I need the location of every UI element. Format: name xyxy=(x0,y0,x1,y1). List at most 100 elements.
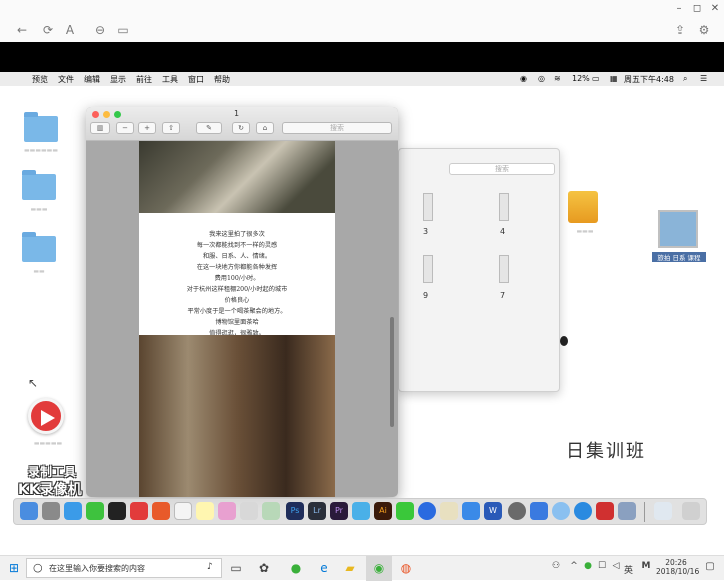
premiere-dock-icon[interactable]: Pr xyxy=(330,502,348,520)
recorder-icon[interactable]: ◍ xyxy=(398,561,414,575)
input-icon[interactable]: ▦ xyxy=(610,74,618,83)
maximize-button[interactable]: ◻ xyxy=(690,3,704,14)
preview-search-input[interactable]: 搜索 xyxy=(282,122,392,134)
app-dock-icon[interactable] xyxy=(552,502,570,520)
maps-dock-icon[interactable] xyxy=(262,502,280,520)
menu-item[interactable]: 文件 xyxy=(58,74,74,85)
edge-icon[interactable]: e xyxy=(316,561,332,575)
safari-dock-icon[interactable] xyxy=(64,502,82,520)
finder-window[interactable]: 搜索 3 4 9 7 xyxy=(398,148,560,392)
downloads-dock-icon[interactable] xyxy=(654,502,672,520)
input-method-icon[interactable]: M xyxy=(638,561,654,571)
calendar-dock-icon[interactable] xyxy=(174,502,192,520)
windows-start-icon[interactable]: ⊞ xyxy=(6,561,22,575)
folder-icon[interactable] xyxy=(22,170,56,200)
editor-dock-icon[interactable] xyxy=(440,502,458,520)
finder-search-input[interactable]: 搜索 xyxy=(449,163,555,175)
people-icon[interactable]: ⚇ xyxy=(548,561,564,571)
refresh-icon[interactable]: ⟳ xyxy=(40,22,56,38)
word-dock-icon[interactable]: W xyxy=(484,502,502,520)
browser-dock-icon[interactable] xyxy=(418,502,436,520)
player-app-icon[interactable] xyxy=(28,398,64,434)
sync-dock-icon[interactable] xyxy=(530,502,548,520)
task-view-icon[interactable]: ▭ xyxy=(228,561,244,575)
appstore-dock-icon[interactable] xyxy=(462,502,480,520)
sidebar-toggle-icon[interactable]: ▥ xyxy=(90,122,110,134)
rotate-icon[interactable]: ↻ xyxy=(232,122,250,134)
share-icon[interactable]: ⇪ xyxy=(672,22,688,38)
volume-icon[interactable]: ◁ xyxy=(608,561,624,571)
record-icon[interactable]: ◉ xyxy=(520,74,527,83)
microphone-icon[interactable]: ♪ xyxy=(207,562,213,572)
scrollbar[interactable] xyxy=(390,317,394,427)
preferences-dock-icon[interactable] xyxy=(508,502,526,520)
contacts-dock-icon[interactable] xyxy=(240,502,258,520)
launchpad-dock-icon[interactable] xyxy=(42,502,60,520)
ime-indicator[interactable]: 英 xyxy=(624,563,633,576)
menu-item[interactable]: 窗口 xyxy=(188,74,204,85)
app-icon[interactable]: ✿ xyxy=(256,561,272,575)
page-icon[interactable]: ▭ xyxy=(115,22,131,38)
settings-icon[interactable]: ⚙ xyxy=(696,22,712,38)
facetime-dock-icon[interactable] xyxy=(396,502,414,520)
powerpoint-dock-icon[interactable] xyxy=(596,502,614,520)
battery-label[interactable]: 12% xyxy=(572,74,590,83)
thumbnail[interactable] xyxy=(499,255,509,283)
close-button[interactable]: ✕ xyxy=(708,3,722,14)
share-icon[interactable]: ⇧ xyxy=(162,122,180,134)
wechat-dock-icon[interactable] xyxy=(86,502,104,520)
clock-dock-icon[interactable] xyxy=(574,502,592,520)
photoshop-dock-icon[interactable]: Ps xyxy=(286,502,304,520)
screen-dock-icon[interactable] xyxy=(618,502,636,520)
menu-item[interactable]: 显示 xyxy=(110,74,126,85)
menu-item[interactable]: 帮助 xyxy=(214,74,230,85)
thumbnail[interactable] xyxy=(423,255,433,283)
finder-dock-icon[interactable] xyxy=(20,502,38,520)
zoom-out-icon[interactable]: − xyxy=(116,122,134,134)
music-dock-icon[interactable] xyxy=(152,502,170,520)
illustrator-dock-icon[interactable]: Ai xyxy=(374,502,392,520)
menu-item[interactable]: 工具 xyxy=(162,74,178,85)
toolbox-icon[interactable]: ⌂ xyxy=(256,122,274,134)
selected-folder-icon[interactable] xyxy=(658,210,698,248)
spotlight-icon[interactable]: ⌕ xyxy=(683,74,687,84)
thumbnail[interactable] xyxy=(499,193,509,221)
close-light-icon[interactable] xyxy=(92,111,99,118)
wifi-icon[interactable]: ≋ xyxy=(554,74,561,83)
minimize-button[interactable]: – xyxy=(672,3,686,14)
menu-item[interactable]: 编辑 xyxy=(84,74,100,85)
notification-icon[interactable]: ☰ xyxy=(700,74,707,83)
link-icon[interactable]: ⊖ xyxy=(92,22,108,38)
taskbar-clock[interactable]: 20:26 2018/10/16 xyxy=(656,558,699,576)
battery-icon: ▭ xyxy=(592,74,600,83)
wechat-task-active[interactable]: ◉ xyxy=(366,556,392,581)
notes-dock-icon[interactable] xyxy=(196,502,214,520)
trash-dock-icon[interactable] xyxy=(682,502,700,520)
menu-item[interactable]: 前往 xyxy=(136,74,152,85)
qq-dock-icon[interactable] xyxy=(108,502,126,520)
preview-window[interactable]: 1 ▥ − + ⇧ ✎ ↻ ⌂ 搜索 我来这里拍了很多次 每一次都能找到不一样的… xyxy=(86,107,398,497)
status-icon[interactable]: ◎ xyxy=(538,74,545,83)
desktop-big-text: 日集训班 xyxy=(566,441,646,462)
thumbnail[interactable] xyxy=(423,193,433,221)
menu-item[interactable]: 预览 xyxy=(32,74,48,85)
read-aloud-icon[interactable]: A xyxy=(62,22,78,38)
weibo-dock-icon[interactable] xyxy=(130,502,148,520)
zoom-in-icon[interactable]: + xyxy=(138,122,156,134)
photos-dock-icon[interactable] xyxy=(218,502,236,520)
page-line: 博物馆里面茶哈 xyxy=(215,319,259,326)
drive-icon[interactable] xyxy=(568,191,598,223)
browser-icon[interactable]: ● xyxy=(288,561,304,575)
taskbar-search-box[interactable]: ○ 在这里输入你要搜索的内容 ♪ xyxy=(26,558,222,578)
markup-icon[interactable]: ✎ xyxy=(196,122,222,134)
clock-label[interactable]: 周五下午4:48 xyxy=(624,74,674,85)
folder-icon[interactable] xyxy=(24,112,58,142)
lightroom-dock-icon[interactable]: Lr xyxy=(308,502,326,520)
file-explorer-icon[interactable]: ▰ xyxy=(342,561,358,575)
minimize-light-icon[interactable] xyxy=(103,111,110,118)
back-icon[interactable]: ← xyxy=(14,22,30,38)
zoom-light-icon[interactable] xyxy=(114,111,121,118)
action-center-icon[interactable]: ▢ xyxy=(702,561,718,572)
folder-icon[interactable] xyxy=(22,232,56,262)
messages-dock-icon[interactable] xyxy=(352,502,370,520)
